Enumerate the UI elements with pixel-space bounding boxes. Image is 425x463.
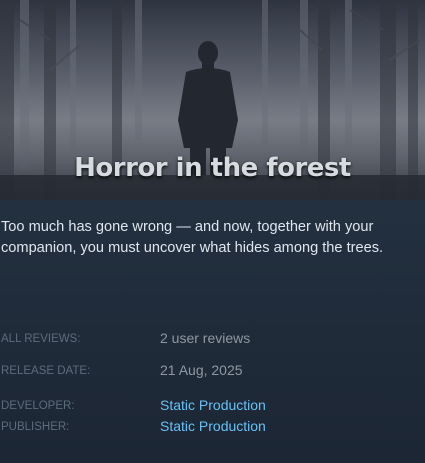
developer-row: DEVELOPER: Static Production	[1, 397, 421, 413]
game-info-panel: Horror in the forest Too much has gone w…	[0, 0, 425, 463]
reviews-row: ALL REVIEWS: 2 user reviews	[1, 330, 421, 346]
release-date-value: 21 Aug, 2025	[160, 362, 243, 378]
release-date-row: RELEASE DATE: 21 Aug, 2025	[1, 362, 421, 378]
publisher-link[interactable]: Static Production	[160, 418, 266, 434]
header-capsule-image[interactable]: Horror in the forest	[0, 0, 425, 200]
publisher-label: PUBLISHER:	[1, 421, 70, 433]
publisher-row: PUBLISHER: Static Production	[1, 418, 421, 434]
developer-label: DEVELOPER:	[1, 400, 75, 412]
reviews-value[interactable]: 2 user reviews	[160, 330, 250, 346]
reviews-label: ALL REVIEWS:	[1, 333, 81, 345]
release-date-label: RELEASE DATE:	[1, 365, 91, 377]
game-description: Too much has gone wrong — and now, toget…	[1, 219, 384, 256]
capsule-title: Horror in the forest	[74, 153, 351, 183]
developer-link[interactable]: Static Production	[160, 397, 266, 413]
